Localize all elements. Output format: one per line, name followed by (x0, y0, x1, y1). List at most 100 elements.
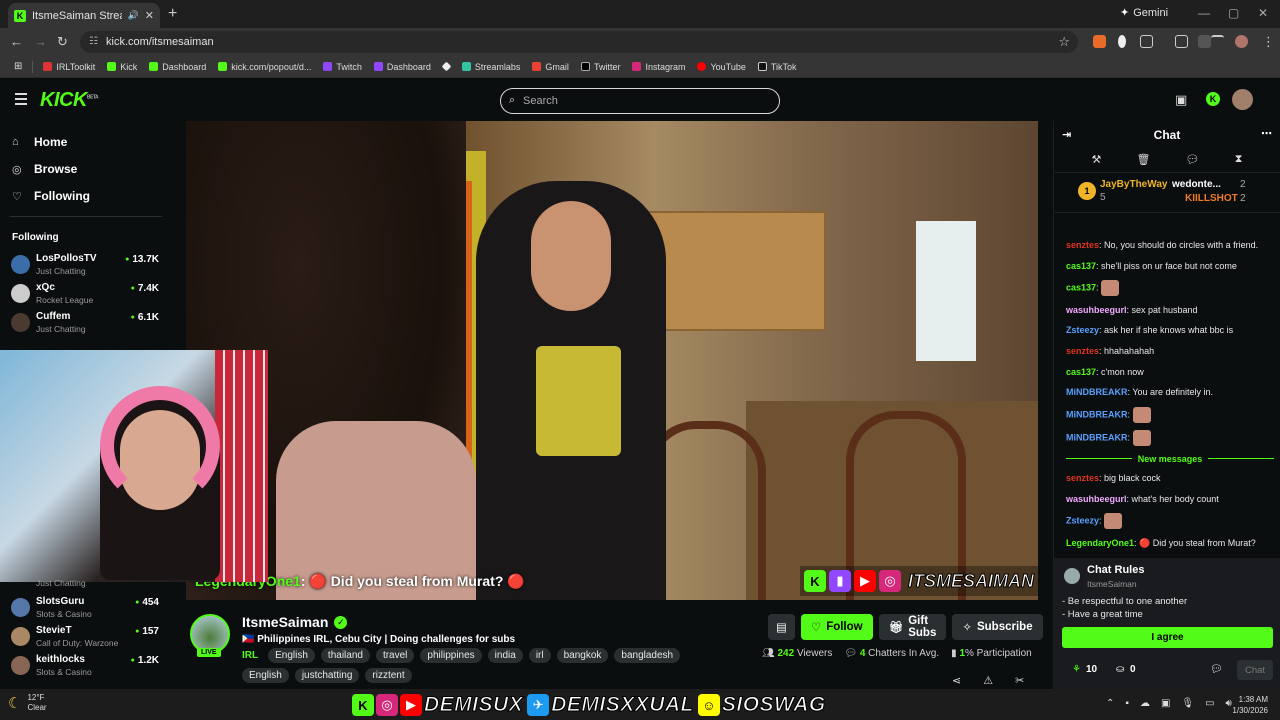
chat-username[interactable]: senztes (1066, 240, 1099, 250)
bookmark-irltoolkit[interactable]: IRLToolkit (37, 62, 101, 72)
chat-username[interactable]: cas137 (1066, 367, 1096, 377)
tag[interactable]: thailand (320, 648, 370, 663)
chat-username[interactable]: MiNDBREAKR (1066, 409, 1128, 419)
profile-avatar-icon[interactable] (1235, 35, 1248, 48)
maximize-icon[interactable]: ▢ (1228, 6, 1239, 20)
bookmark-kick-popout[interactable]: kick.com/popout/d... (212, 62, 317, 72)
emoji-icon[interactable]: 💬︎ (1210, 664, 1223, 675)
agree-button[interactable]: I agree (1062, 627, 1273, 648)
share-icon[interactable]: ⋖ (952, 674, 961, 687)
nav-following[interactable]: ♡ Following (12, 189, 90, 203)
tag[interactable]: irl (528, 648, 551, 663)
microphone-icon[interactable]: 🎙︎ (1181, 698, 1194, 709)
chat-bubble-icon[interactable]: 💬︎ (1186, 153, 1200, 168)
gift-subs-button[interactable]: 🎁︎ Gift Subs (878, 614, 947, 640)
search-input[interactable]: ⌕ Search (500, 88, 780, 114)
tag[interactable]: English (268, 648, 315, 663)
collapse-chat-icon[interactable]: ⇥ (1062, 128, 1071, 141)
bookmark-tiktok[interactable]: TikTok (752, 62, 803, 72)
followed-channel[interactable]: Cuffem Just Chatting 6.1K (11, 311, 161, 335)
gemini-button[interactable]: ✦ Gemini (1120, 6, 1168, 20)
chat-username[interactable]: wasuhbeegurl (1066, 494, 1127, 504)
reload-icon[interactable]: ↻ (57, 34, 68, 50)
chat-username[interactable]: Zsteezy (1066, 325, 1099, 335)
extensions-puzzle-icon[interactable] (1140, 35, 1153, 48)
followed-channel[interactable]: StevieT Call of Duty: Warzone 157 (11, 625, 161, 649)
user-avatar[interactable] (1232, 89, 1253, 110)
streamer-name[interactable]: ItsmeSaiman (242, 614, 328, 630)
bookmark-star-icon[interactable]: ☆ (1058, 34, 1070, 50)
bookmark-gmail[interactable]: Gmail (526, 62, 575, 72)
close-window-icon[interactable]: ✕ (1258, 6, 1268, 20)
tag[interactable]: English (242, 668, 289, 683)
leader-name[interactable]: JayByTheWay (1100, 179, 1167, 190)
subscribe-button[interactable]: ✧ Subscribe (952, 614, 1043, 640)
network-icon[interactable]: ▭ (1205, 698, 1214, 709)
followed-channel[interactable]: xQc Rocket League 7.4K (11, 282, 161, 306)
bookmark-twitter[interactable]: Twitter (575, 62, 627, 72)
tag[interactable]: bangkok (556, 648, 609, 663)
send-chat-button[interactable]: Chat (1237, 660, 1273, 680)
system-clock[interactable]: 1:38 AM 1/30/2026 (1222, 694, 1268, 716)
chat-username[interactable]: MiNDBREAKR (1066, 433, 1128, 443)
minimize-icon[interactable]: — (1198, 6, 1210, 20)
tray-app-icon[interactable]: ▣ (1161, 698, 1170, 709)
tag[interactable]: india (487, 648, 523, 663)
extension-icon[interactable] (1118, 35, 1126, 48)
chat-username[interactable]: Zsteezy (1066, 516, 1099, 526)
tag[interactable]: rizztent (365, 668, 412, 683)
notification-button[interactable]: ▤ (768, 614, 795, 640)
trash-icon[interactable]: 🗑︎ (1137, 153, 1151, 168)
followed-channel[interactable]: SlotsGuru Slots & Casino 454 (11, 596, 161, 620)
bookmark-youtube[interactable]: YouTube (691, 62, 751, 72)
report-icon[interactable]: ⚠ (983, 674, 993, 687)
sidepanel-icon[interactable] (1198, 35, 1211, 48)
nav-browse[interactable]: ◎ Browse (12, 162, 77, 176)
chat-username[interactable]: senztes (1066, 473, 1099, 483)
bookmark-kick-dashboard[interactable]: Dashboard (143, 62, 212, 72)
hammer-icon[interactable]: ⚒ (1092, 153, 1102, 168)
cast-icon[interactable] (1175, 35, 1188, 48)
leader-name[interactable]: KIILLSHOT (1185, 193, 1238, 204)
leader-name[interactable]: wedonte... (1172, 179, 1221, 190)
nav-home[interactable]: ⌂ Home (12, 135, 67, 149)
followed-channel[interactable]: LosPollosTV Just Chatting 13.7K (11, 253, 161, 277)
address-bar[interactable]: ☷ kick.com/itsmesaiman ☆ (80, 31, 1078, 53)
new-tab-button[interactable]: + (168, 5, 177, 23)
tab-close-icon[interactable]: ✕ (145, 9, 154, 22)
category-link[interactable]: IRL (242, 650, 258, 661)
chat-username[interactable]: MiNDBREAKR (1066, 387, 1128, 397)
cloud-icon[interactable]: ☁ (1140, 698, 1150, 709)
forward-icon[interactable]: → (34, 34, 47, 49)
speaker-icon[interactable]: 🔊 (128, 10, 139, 21)
tray-app-icon[interactable]: ▪ (1125, 698, 1129, 709)
chat-username[interactable]: cas137 (1066, 283, 1096, 293)
bookmark-instagram[interactable]: Instagram (626, 62, 691, 72)
bookmark-twitch-dashboard[interactable]: Dashboard (368, 62, 437, 72)
followed-channel[interactable]: keithlocks Slots & Casino 1.2K (11, 654, 161, 678)
tag[interactable]: philippines (420, 648, 482, 663)
site-info-icon[interactable]: ☷ (89, 36, 98, 47)
gift-icon[interactable]: ⛀ (1116, 664, 1124, 675)
video-player[interactable]: K ▮ ▶ ◎ ITSMESAIMAN (186, 121, 1038, 600)
follow-button[interactable]: ♡ Follow (800, 614, 873, 640)
browser-tab[interactable]: K ItsmeSaiman Stream - Watc 🔊 ✕ (8, 3, 160, 28)
tag[interactable]: bangladesh (614, 648, 681, 663)
chat-username[interactable]: LegendaryOne1 (1066, 538, 1134, 548)
menu-kebab-icon[interactable]: ⋮ (1262, 34, 1275, 50)
tag[interactable]: justchatting (294, 668, 360, 683)
points-icon[interactable]: ⚘ (1072, 664, 1081, 675)
bookmark-streamlabs[interactable]: Streamlabs (456, 62, 527, 72)
bookmark-diamond[interactable] (437, 61, 456, 72)
chevron-up-icon[interactable]: ⌃ (1106, 698, 1114, 709)
hamburger-menu-icon[interactable] (15, 93, 27, 108)
reading-list-icon[interactable] (1211, 35, 1224, 43)
clip-icon[interactable]: ✂ (1015, 674, 1024, 687)
extension-icon[interactable] (1093, 35, 1106, 48)
chat-username[interactable]: cas137 (1066, 261, 1096, 271)
apps-grid-icon[interactable]: ⊞ (8, 61, 28, 72)
back-icon[interactable]: ← (10, 34, 23, 49)
kick-coins-icon[interactable]: K (1206, 92, 1220, 106)
creator-dashboard-icon[interactable]: ▣ (1175, 92, 1187, 108)
weather-widget[interactable]: ☾ 12°F Clear (8, 693, 47, 713)
